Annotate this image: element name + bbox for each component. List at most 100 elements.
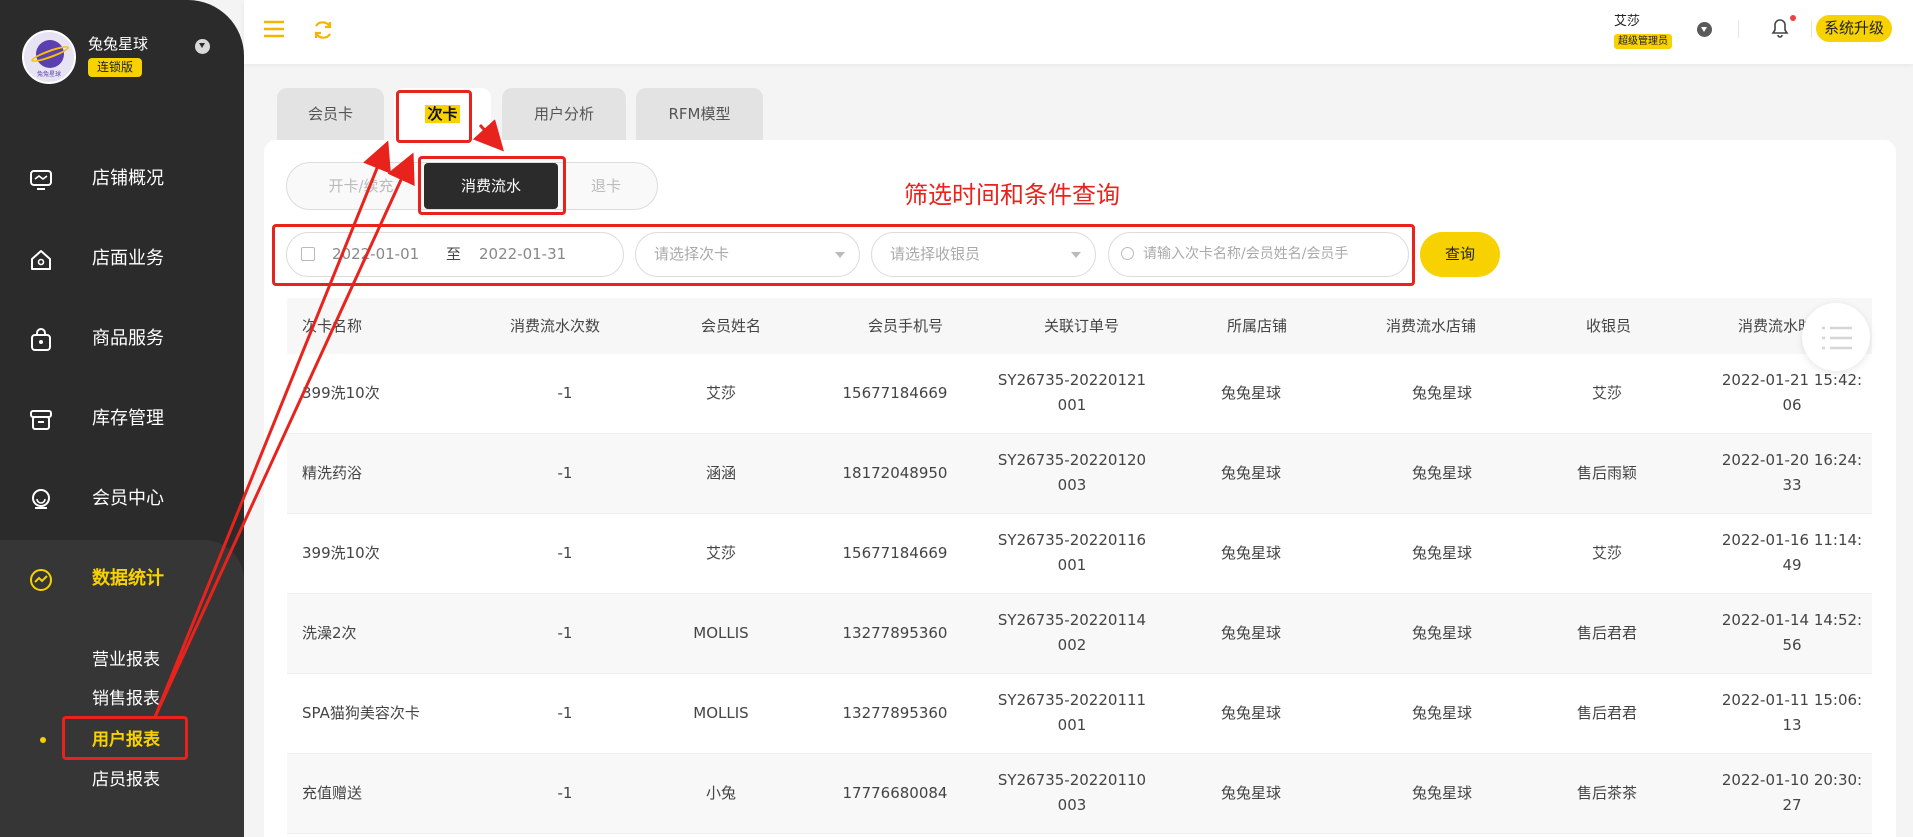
sidebar-item-inventory[interactable]: 库存管理 <box>0 380 244 460</box>
user-name[interactable]: 艾莎 <box>1614 10 1640 29</box>
brand[interactable]: 兔兔星球 兔兔星球 连锁版 <box>22 30 148 84</box>
cell-line: 003 <box>1057 476 1087 494</box>
submenu-item-sales-report[interactable]: 销售报表 <box>92 689 160 709</box>
store2-cell: 兔兔星球 <box>1411 784 1472 802</box>
sidebar-item-store-business[interactable]: 店面业务 <box>0 220 244 300</box>
store2-cell: 兔兔星球 <box>1411 624 1472 642</box>
member-icon <box>32 489 50 509</box>
table-row[interactable]: 399洗10次 -1 艾莎 15677184669 SY26735-20220121 00… <box>287 354 1872 434</box>
refresh-icon[interactable] <box>312 19 334 41</box>
monitor-icon <box>30 170 52 190</box>
count-cell: -1 <box>557 624 573 642</box>
table-row[interactable]: 充值赠送 -1 小兔 17776680084 SY26735-20220110 003 兔兔… <box>287 754 1872 834</box>
sidebar-item-label: 商品服务 <box>92 328 164 349</box>
cell-line: SY26735-20220120 <box>997 451 1147 469</box>
query-button[interactable]: 查询 <box>1420 232 1500 277</box>
segment-refund[interactable]: 退卡 <box>559 163 653 209</box>
order-number-cell: SY26735-20220114 002 <box>987 608 1157 658</box>
store2-cell: 兔兔星球 <box>1411 464 1472 482</box>
store-cell: 兔兔星球 <box>1220 624 1281 642</box>
brand-avatar: 兔兔星球 <box>22 30 76 84</box>
list-icon <box>1822 326 1852 350</box>
table-row[interactable]: 精洗药浴 -1 涵涵 18172048950 SY26735-20220120 003 兔兔… <box>287 434 1872 514</box>
column-header: 所属店铺 <box>1227 317 1288 335</box>
count-cell: -1 <box>557 464 573 482</box>
cell-line: 27 <box>1782 796 1802 814</box>
submenu-item-business-report[interactable]: 营业报表 <box>92 650 160 670</box>
sidebar-item-store-overview[interactable]: 店铺概况 <box>0 140 244 220</box>
divider <box>1738 20 1739 38</box>
sidebar-item-label: 店面业务 <box>92 248 164 269</box>
count-cell: -1 <box>557 784 573 802</box>
name-cell: 洗澡2次 <box>302 624 357 642</box>
consumption-time-cell: 2022-01-16 11:14: 49 <box>1707 528 1877 578</box>
highlight-box-segment <box>418 156 566 215</box>
sidebar-item-data-statistics[interactable]: 数据统计 <box>0 540 244 620</box>
store-cell: 兔兔星球 <box>1220 384 1281 402</box>
name-cell: 399洗10次 <box>302 384 380 402</box>
highlight-box-filters <box>272 224 1415 286</box>
cell-line: SY26735-20220116 <box>997 531 1147 549</box>
tab-rfm-model[interactable]: RFM模型 <box>636 88 763 140</box>
column-list-button[interactable] <box>1802 303 1870 371</box>
cashier-cell: 艾莎 <box>1591 544 1622 562</box>
column-header: 关联订单号 <box>1044 317 1120 335</box>
cell-line: 001 <box>1057 556 1087 574</box>
divider <box>1811 20 1812 38</box>
avatar-text: 兔兔星球 <box>36 71 61 78</box>
chevron-down-icon[interactable] <box>1697 22 1712 37</box>
store-cell: 兔兔星球 <box>1220 464 1281 482</box>
tab-member-card[interactable]: 会员卡 <box>277 88 384 140</box>
cashier-cell: 售后茶茶 <box>1576 784 1637 802</box>
bell-icon[interactable] <box>1771 18 1789 38</box>
active-dot <box>40 737 46 743</box>
annotation-text: 筛选时间和条件查询 <box>904 181 1120 209</box>
count-cell: -1 <box>557 544 573 562</box>
member-cell: 艾莎 <box>705 544 736 562</box>
tab-user-analysis[interactable]: 用户分析 <box>502 88 626 140</box>
highlight-box-user-report <box>62 716 188 760</box>
segment-open-recharge[interactable]: 开卡/续充 <box>299 163 423 209</box>
cell-line: 002 <box>1057 636 1087 654</box>
cell-line: SY26735-20220111 <box>997 691 1147 709</box>
consumption-time-cell: 2022-01-10 20:30: 27 <box>1707 768 1877 818</box>
cell-line: 33 <box>1782 476 1802 494</box>
table-row[interactable]: 399洗10次 -1 艾莎 15677184669 SY26735-20220116 00… <box>287 514 1872 594</box>
member-cell: MOLLIS <box>693 704 749 722</box>
edition-badge: 连锁版 <box>88 58 143 77</box>
cashier-cell: 艾莎 <box>1591 384 1622 402</box>
order-number-cell: SY26735-20220116 001 <box>987 528 1157 578</box>
bag-icon <box>31 328 51 351</box>
column-header: 次卡名称 <box>302 317 363 335</box>
phone-cell: 15677184669 <box>842 384 948 402</box>
table-row[interactable]: 洗澡2次 -1 MOLLIS 13277895360 SY26735-20220114 0… <box>287 594 1872 674</box>
menu-icon[interactable] <box>263 20 285 38</box>
sidebar-item-member-center[interactable]: 会员中心 <box>0 460 244 540</box>
submenu-item-staff-report[interactable]: 店员报表 <box>92 770 160 790</box>
phone-cell: 13277895360 <box>842 704 948 722</box>
sidebar-item-goods-service[interactable]: 商品服务 <box>0 300 244 380</box>
sidebar-item-label: 数据统计 <box>92 568 164 589</box>
column-header: 消费流水时 <box>1738 317 1814 335</box>
highlight-box-tab <box>396 90 472 143</box>
store-cell: 兔兔星球 <box>1220 784 1281 802</box>
cell-line: 06 <box>1782 396 1802 414</box>
column-header: 会员手机号 <box>868 317 944 335</box>
table-row[interactable]: SPA猫狗美容次卡 -1 MOLLIS 13277895360 SY26735-2022… <box>287 674 1872 754</box>
sidebar: 兔兔星球 兔兔星球 连锁版 店铺概况 店面业务 商品服务 库存管理 会员中心 数… <box>0 0 244 837</box>
sidebar-item-label: 会员中心 <box>92 488 164 509</box>
brand-name: 兔兔星球 <box>88 35 149 53</box>
system-upgrade-button[interactable]: 系统升级 <box>1816 15 1893 42</box>
chevron-down-icon[interactable] <box>195 39 210 54</box>
cell-line: 001 <box>1057 396 1087 414</box>
cell-line: 003 <box>1057 796 1087 814</box>
cell-line: 13 <box>1782 716 1802 734</box>
consumption-time-cell: 2022-01-20 16:24: 33 <box>1707 448 1877 498</box>
house-icon <box>31 250 51 270</box>
cell-line: 2022-01-11 15:06: <box>1721 691 1863 709</box>
table-header: 次卡名称 消费流水次数 会员姓名 会员手机号 关联订单号 所属店铺 消费流水店铺… <box>287 298 1872 354</box>
sidebar-item-label: 店铺概况 <box>92 168 164 189</box>
member-cell: 小兔 <box>705 784 736 802</box>
order-number-cell: SY26735-20220120 003 <box>987 448 1157 498</box>
cell-line: 2022-01-16 11:14: <box>1721 531 1863 549</box>
